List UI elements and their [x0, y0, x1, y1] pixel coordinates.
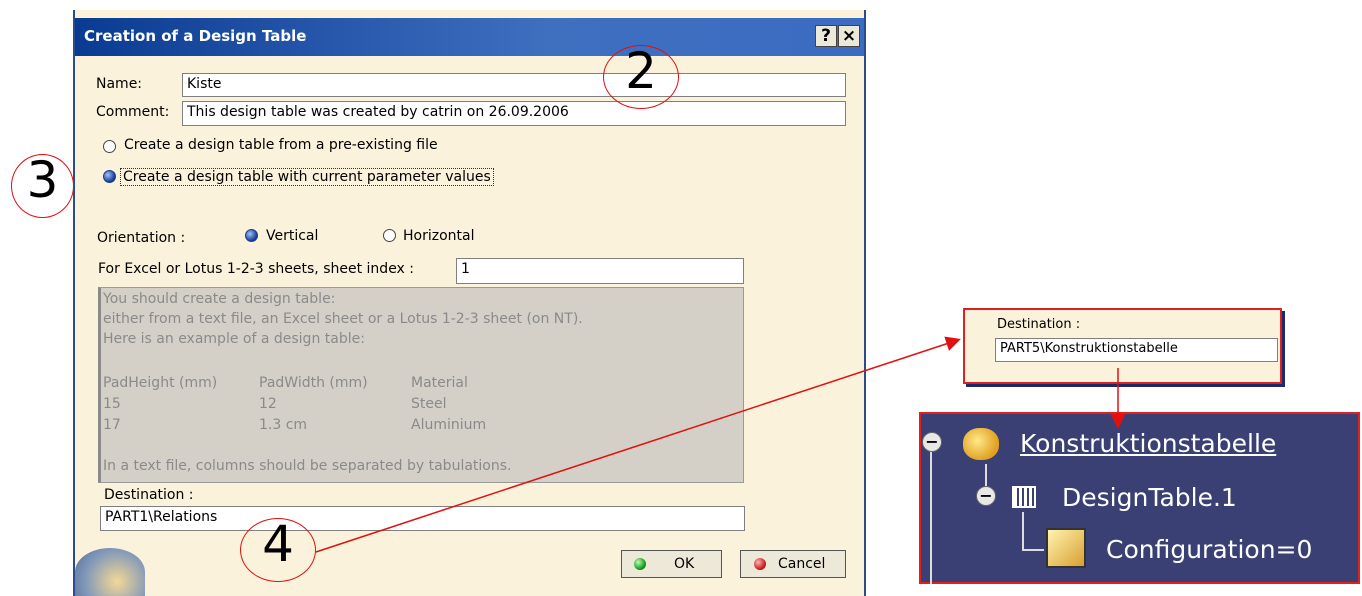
annotation-arrows: [315, 336, 1126, 553]
arrow-step4-to-destination: [315, 336, 961, 553]
